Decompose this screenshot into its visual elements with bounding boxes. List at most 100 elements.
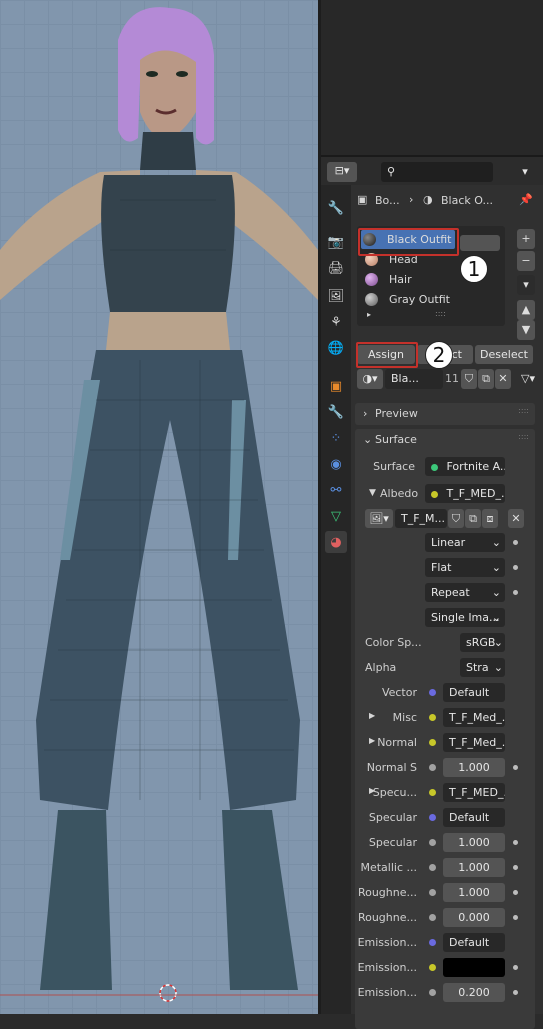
socket-icon[interactable] (429, 964, 436, 971)
extension-dropdown[interactable]: Repeat ⌄ (425, 583, 505, 602)
resize-handle-icon[interactable]: :::: (435, 309, 446, 318)
deselect-button[interactable]: Deselect (475, 345, 533, 364)
keyframe-dot[interactable] (513, 565, 518, 570)
value-field[interactable]: 1.000 (443, 858, 505, 877)
material-name-field[interactable]: Bla... (385, 369, 443, 389)
socket-icon[interactable] (429, 864, 436, 871)
particles-tab-icon[interactable]: ⁘ (325, 427, 347, 449)
projection-dropdown[interactable]: Flat ⌄ (425, 558, 505, 577)
value-field[interactable]: 0.000 (443, 908, 505, 927)
fake-user-icon[interactable]: ⛉ (448, 509, 464, 528)
value-field[interactable]: 1.000 (443, 883, 505, 902)
value-field[interactable]: 1.000 (443, 833, 505, 852)
annotation-badge-2: 2 (425, 341, 453, 369)
link-field[interactable]: Default (443, 808, 505, 827)
modifier-tab-icon[interactable]: 🔧 (325, 401, 347, 423)
image-name-field[interactable]: T_F_M... (395, 509, 447, 528)
alpha-label: Alpha (365, 661, 397, 674)
chevron-down-icon[interactable]: ⌄ (363, 433, 372, 446)
interpolation-dropdown[interactable]: Linear ⌄ (425, 533, 505, 552)
editor-type-button[interactable]: ⊟▾ (327, 162, 357, 182)
alpha-dropdown[interactable]: Stra ⌄ (460, 658, 505, 677)
socket-icon[interactable] (429, 839, 436, 846)
socket-icon[interactable] (429, 764, 436, 771)
list-item[interactable]: Gray Outfit (363, 290, 513, 309)
value-field[interactable]: 1.000 (443, 758, 505, 777)
socket-icon[interactable] (429, 739, 436, 746)
open-image-icon[interactable]: ⧈ (482, 509, 498, 528)
browse-material-button[interactable]: ◑▾ (357, 369, 383, 389)
keyframe-dot[interactable] (513, 915, 518, 920)
link-field[interactable]: Default (443, 683, 505, 702)
move-down-button[interactable]: ▼ (517, 320, 535, 340)
browse-image-button[interactable]: 🖼▾ (365, 509, 393, 528)
socket-icon[interactable] (429, 689, 436, 696)
keyframe-dot[interactable] (513, 765, 518, 770)
socket-icon[interactable] (429, 889, 436, 896)
keyframe-dot[interactable] (513, 990, 518, 995)
input-label: Normal (377, 736, 417, 749)
options-dropdown-button[interactable]: ▾ (515, 162, 535, 182)
properties-content: ▣ Bo... › ◑ Black O... 📌 Black Outfit He… (355, 185, 543, 1029)
unlink-icon[interactable]: ✕ (508, 509, 524, 528)
link-data-button[interactable]: ▽▾ (515, 369, 541, 389)
unlink-icon[interactable]: ✕ (495, 369, 511, 389)
user-count[interactable]: 11 (445, 372, 459, 385)
expand-list-icon[interactable]: ▸ (367, 310, 371, 319)
link-field[interactable]: Default (443, 933, 505, 952)
preview-panel[interactable]: › Preview :::: (355, 403, 535, 425)
object-tab-icon[interactable]: ▣ (325, 375, 347, 397)
surface-shader-field[interactable]: Fortnite A... (425, 457, 505, 476)
render-tab-icon[interactable]: 📷 (325, 231, 347, 253)
socket-icon[interactable] (429, 914, 436, 921)
fake-user-icon[interactable]: ⛉ (461, 369, 477, 389)
albedo-input-field[interactable]: T_F_MED_... (425, 484, 505, 503)
socket-icon[interactable] (429, 789, 436, 796)
slot-specials-button[interactable]: ▾ (517, 275, 535, 295)
color-space-dropdown[interactable]: sRGB ⌄ (460, 633, 505, 652)
socket-icon[interactable] (429, 714, 436, 721)
highlight-box-2 (356, 342, 418, 368)
socket-icon[interactable] (429, 939, 436, 946)
tool-tab-icon[interactable]: 🔧 (325, 197, 347, 219)
keyframe-dot[interactable] (513, 890, 518, 895)
drag-handle-icon[interactable]: :::: (518, 432, 529, 441)
move-up-button[interactable]: ▲ (517, 300, 535, 320)
data-tab-icon[interactable]: ▽ (325, 505, 347, 527)
constraints-tab-icon[interactable]: ⚯ (325, 479, 347, 501)
list-item[interactable]: Hair (363, 270, 513, 289)
link-field[interactable]: T_F_Med_... (443, 708, 505, 727)
view-layer-tab-icon[interactable]: 🖼 (325, 285, 347, 307)
physics-tab-icon[interactable]: ◉ (325, 453, 347, 475)
output-tab-icon[interactable]: 🖨 (325, 257, 347, 279)
pin-icon[interactable]: 📌 (519, 193, 533, 206)
keyframe-dot[interactable] (513, 590, 518, 595)
source-dropdown[interactable]: Single Ima... ⌄ (425, 608, 505, 627)
keyframe-dot[interactable] (513, 540, 518, 545)
socket-icon[interactable] (429, 989, 436, 996)
link-field[interactable]: T_F_Med_... (443, 733, 505, 752)
add-slot-button[interactable]: + (517, 229, 535, 249)
chevron-down-icon[interactable]: ▼ (369, 488, 376, 498)
value-field[interactable]: 0.200 (443, 983, 505, 1002)
socket-icon[interactable] (429, 814, 436, 821)
search-input[interactable]: ⚲ (381, 162, 493, 182)
world-tab-icon[interactable]: 🌐 (325, 337, 347, 359)
material-datablock: ◑▾ Bla... 11 ⛉ ⧉ ✕ (357, 369, 511, 389)
slot-name-field[interactable] (460, 235, 500, 251)
material-tab-icon[interactable]: ◕ (325, 531, 347, 553)
keyframe-dot[interactable] (513, 840, 518, 845)
shader-input-row: ▶NormalT_F_Med_... (355, 733, 535, 753)
keyframe-dot[interactable] (513, 865, 518, 870)
duplicate-icon[interactable]: ⧉ (478, 369, 494, 389)
link-field[interactable]: T_F_MED_... (443, 783, 505, 802)
new-image-icon[interactable]: ⧉ (465, 509, 481, 528)
drag-handle-icon[interactable]: :::: (518, 406, 529, 415)
scene-tab-icon[interactable]: ⚘ (325, 311, 347, 333)
keyframe-dot[interactable] (513, 965, 518, 970)
color-swatch[interactable] (443, 958, 505, 977)
shader-input-row: Specular Default (355, 808, 535, 828)
3d-viewport[interactable] (0, 0, 318, 1014)
remove-slot-button[interactable]: − (517, 251, 535, 271)
breadcrumb: ▣ Bo... › ◑ Black O... 📌 (357, 193, 543, 211)
